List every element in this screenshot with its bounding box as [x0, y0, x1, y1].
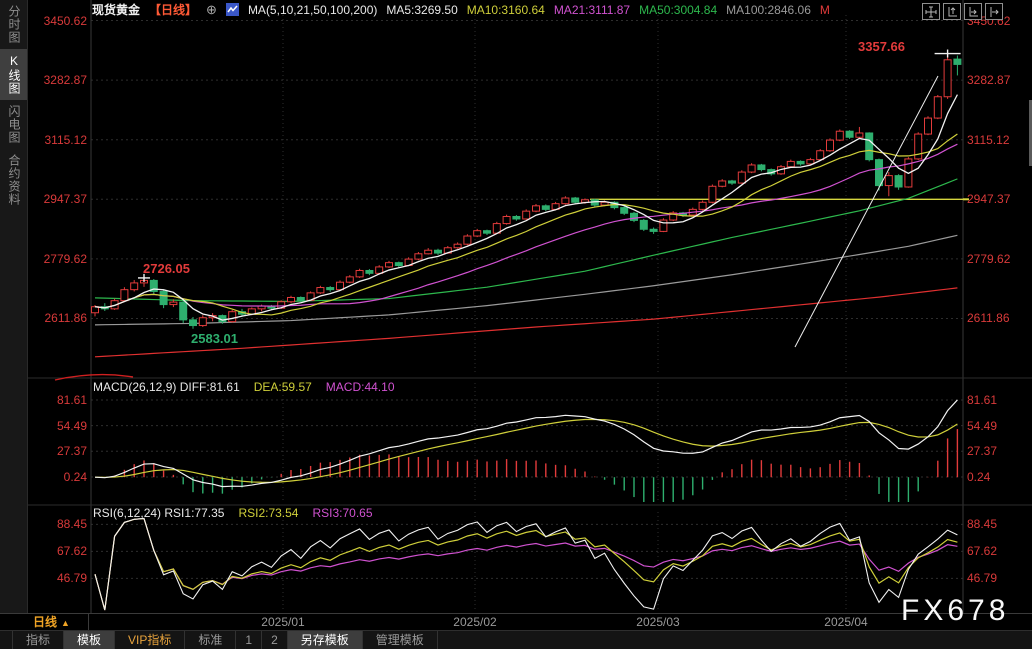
- ma100-value: MA100:2846.06: [726, 3, 811, 17]
- macd-axis-label-right: 27.37: [967, 444, 1029, 458]
- price-axis-label-right: 2611.86: [967, 311, 1029, 325]
- rsi-axis-label-right: 67.62: [967, 544, 1029, 558]
- macd-axis-label-right: 81.61: [967, 393, 1029, 407]
- ma200-value-truncated: M: [820, 3, 830, 17]
- macd-axis-label-left: 54.49: [28, 419, 87, 433]
- macd-axis-label-left: 27.37: [28, 444, 87, 458]
- ma-settings-label: MA(5,10,21,50,100,200): [248, 3, 377, 17]
- price-axis-label-right: 2779.62: [967, 252, 1029, 266]
- trading-app-window: 分时图 K线图 闪电图 合约资料 现货黄金 【日线】 ⊕ MA(5,10,21,…: [0, 0, 1032, 649]
- chart-canvas[interactable]: [0, 0, 1032, 649]
- chart-tool-icons: [922, 3, 1003, 20]
- toolbar-indicators[interactable]: 指标: [12, 631, 64, 649]
- bottom-toolbar: 指标 模板 VIP指标 标准 1 2 另存模板 管理模板: [0, 630, 1032, 649]
- sidebar-tab-kline-chart[interactable]: K线图: [0, 49, 27, 100]
- rsi3-value: RSI3:70.65: [312, 506, 372, 520]
- chart-style-icon[interactable]: [226, 3, 239, 16]
- date-label-mar: 2025/03: [636, 615, 679, 629]
- rsi-axis-label-right: 46.79: [967, 571, 1029, 585]
- axis-pan-icon[interactable]: [964, 3, 982, 20]
- date-label-apr: 2025/04: [824, 615, 867, 629]
- toolbar-manage-templates[interactable]: 管理模板: [363, 631, 438, 649]
- annotation-low-2583: 2583.01: [191, 331, 238, 346]
- sidebar-tab-contract-info[interactable]: 合约资料: [0, 149, 27, 211]
- period-tag: 【日线】: [149, 1, 197, 18]
- price-axis-label-left: 2611.86: [28, 311, 87, 325]
- rsi-axis-label-right: 88.45: [967, 517, 1029, 531]
- axis-zoom-icon[interactable]: [943, 3, 961, 20]
- price-axis-label-left: 3450.62: [28, 14, 87, 28]
- ma10-value: MA10:3160.64: [467, 3, 545, 17]
- date-label-jan: 2025/01: [261, 615, 304, 629]
- ma5-value: MA5:3269.50: [386, 3, 457, 17]
- date-label-feb: 2025/02: [453, 615, 496, 629]
- macd-axis-label-right: 54.49: [967, 419, 1029, 433]
- add-indicator-icon[interactable]: ⊕: [206, 2, 217, 18]
- chart-header: 现货黄金 【日线】 ⊕ MA(5,10,21,50,100,200) MA5:3…: [92, 2, 830, 17]
- rsi-title-and-rsi1: RSI(6,12,24) RSI1:77.35: [93, 506, 224, 520]
- symbol-name: 现货黄金: [92, 1, 140, 18]
- rsi-axis-label-left: 46.79: [28, 571, 87, 585]
- rsi-axis-label-left: 67.62: [28, 544, 87, 558]
- toolbar-templates[interactable]: 模板: [64, 631, 115, 649]
- rsi2-value: RSI2:73.54: [238, 506, 298, 520]
- macd-dea-value: DEA:59.57: [254, 380, 312, 394]
- toolbar-vip-indicators[interactable]: VIP指标: [115, 631, 185, 649]
- price-axis-label-right: 3115.12: [967, 133, 1029, 147]
- macd-macd-value: MACD:44.10: [326, 380, 395, 394]
- rsi-axis-label-left: 88.45: [28, 517, 87, 531]
- ma50-value: MA50:3004.84: [639, 3, 717, 17]
- price-axis-label-left: 2779.62: [28, 252, 87, 266]
- crosshair-tool-icon[interactable]: [922, 3, 940, 20]
- macd-title-and-diff: MACD(26,12,9) DIFF:81.61: [93, 380, 240, 394]
- rsi-panel-header: RSI(6,12,24) RSI1:77.35 RSI2:73.54 RSI3:…: [93, 506, 373, 520]
- price-axis-label-left: 3115.12: [28, 133, 87, 147]
- chart-type-sidebar: 分时图 K线图 闪电图 合约资料: [0, 0, 28, 630]
- sidebar-tab-lightning-chart[interactable]: 闪电图: [0, 100, 27, 149]
- price-axis-label-right: 3282.87: [967, 73, 1029, 87]
- price-axis-label-left: 2947.37: [28, 192, 87, 206]
- price-axis-label-right: 2947.37: [967, 192, 1029, 206]
- toolbar-slot-1[interactable]: 1: [236, 631, 262, 649]
- price-axis-label-left: 3282.87: [28, 73, 87, 87]
- time-axis-row: 日线▲ 2025/01 2025/02 2025/03 2025/04: [0, 613, 1032, 631]
- macd-axis-label-left: 81.61: [28, 393, 87, 407]
- ma21-value: MA21:3111.87: [554, 3, 630, 17]
- sidebar-tab-time-chart[interactable]: 分时图: [0, 0, 27, 49]
- dropdown-arrow-icon: ▲: [61, 618, 70, 628]
- annotation-high-3357: 3357.66: [858, 39, 905, 54]
- toolbar-slot-2[interactable]: 2: [262, 631, 288, 649]
- toolbar-save-template[interactable]: 另存模板: [288, 631, 363, 649]
- fx678-watermark: FX678: [901, 594, 1009, 628]
- macd-panel-header: MACD(26,12,9) DIFF:81.61 DEA:59.57 MACD:…: [93, 380, 395, 394]
- macd-axis-label-right: 0.24: [967, 470, 1029, 484]
- annotation-high-2726: 2726.05: [143, 261, 190, 276]
- period-selector[interactable]: 日线▲: [0, 614, 89, 630]
- toolbar-standard[interactable]: 标准: [185, 631, 236, 649]
- shift-right-icon[interactable]: [985, 3, 1003, 20]
- macd-axis-label-left: 0.24: [28, 470, 87, 484]
